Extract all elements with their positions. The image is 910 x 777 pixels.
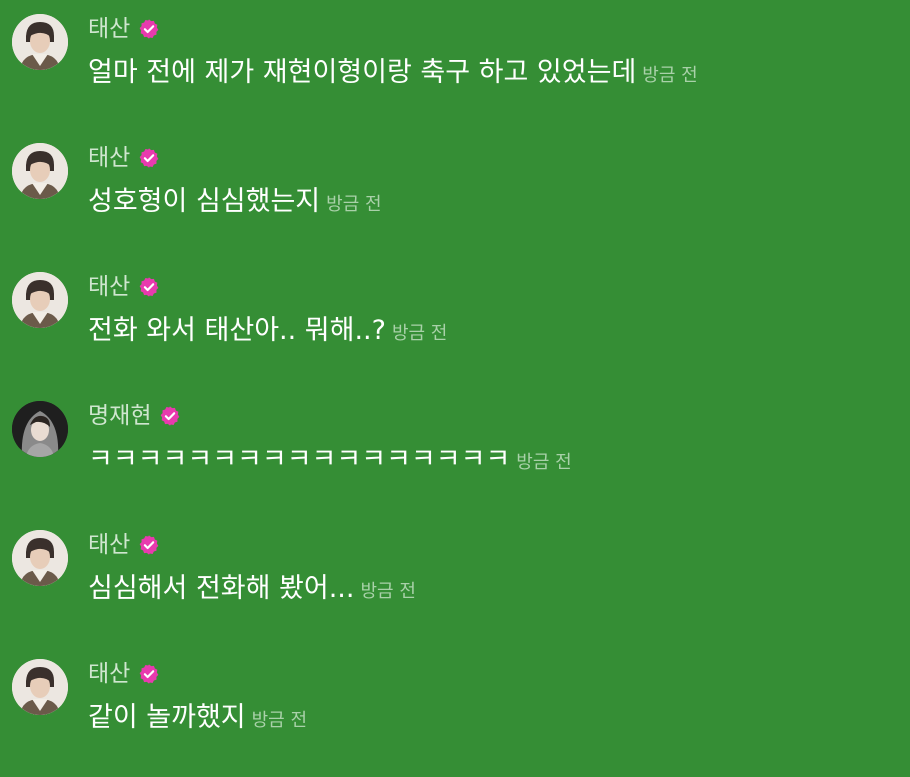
avatar[interactable] (12, 272, 68, 328)
message-text: 성호형이 심심했는지 (88, 186, 321, 217)
chat-message: 명재현 ㅋㅋㅋㅋㅋㅋㅋㅋㅋㅋㅋㅋㅋㅋㅋㅋㅋ 방금 전 (12, 399, 902, 519)
message-text: ㅋㅋㅋㅋㅋㅋㅋㅋㅋㅋㅋㅋㅋㅋㅋㅋㅋ (88, 444, 511, 475)
message-time: 방금 전 (516, 452, 572, 473)
message-time: 방금 전 (391, 323, 448, 344)
message-time: 방금 전 (360, 581, 416, 602)
message-text: 심심해서 전화해 봤어... (88, 573, 355, 604)
message-time: 방금 전 (326, 194, 382, 215)
chat-message: 태산 성호형이 심심했는지 방금 전 (12, 141, 902, 261)
avatar[interactable] (12, 530, 68, 586)
chat-message: 태산 전화 와서 태산아.. 뭐해..? 방금 전 (12, 270, 902, 390)
avatar[interactable] (12, 14, 68, 70)
chat-message: 태산 같이 놀까했지 방금 전 (12, 657, 902, 777)
verified-badge-icon (161, 406, 180, 426)
author-name[interactable]: 태산 (88, 530, 130, 560)
message-text: 같이 놀까했지 (88, 702, 246, 733)
author-name[interactable]: 태산 (88, 659, 130, 689)
verified-badge-icon (139, 19, 159, 39)
verified-badge-icon (139, 277, 159, 297)
avatar[interactable] (12, 659, 68, 715)
author-name[interactable]: 태산 (88, 272, 130, 302)
message-text: 얼마 전에 제가 재현이형이랑 축구 하고 있었는데 (88, 57, 637, 88)
chat-feed: 태산 얼마 전에 제가 재현이형이랑 축구 하고 있었는데 방금 전 태산 성호… (0, 0, 910, 777)
author-name[interactable]: 태산 (88, 143, 130, 173)
verified-badge-icon (139, 148, 159, 168)
verified-badge-icon (139, 535, 159, 555)
message-time: 방금 전 (251, 710, 308, 731)
avatar[interactable] (12, 143, 68, 199)
message-time: 방금 전 (642, 65, 698, 86)
message-text: 전화 와서 태산아.. 뭐해..? (88, 315, 386, 346)
chat-message: 태산 얼마 전에 제가 재현이형이랑 축구 하고 있었는데 방금 전 (12, 12, 902, 132)
verified-badge-icon (139, 664, 159, 684)
avatar[interactable] (12, 401, 68, 457)
author-name[interactable]: 태산 (88, 14, 130, 44)
chat-message: 태산 심심해서 전화해 봤어... 방금 전 (12, 528, 902, 648)
author-name[interactable]: 명재현 (88, 401, 151, 431)
